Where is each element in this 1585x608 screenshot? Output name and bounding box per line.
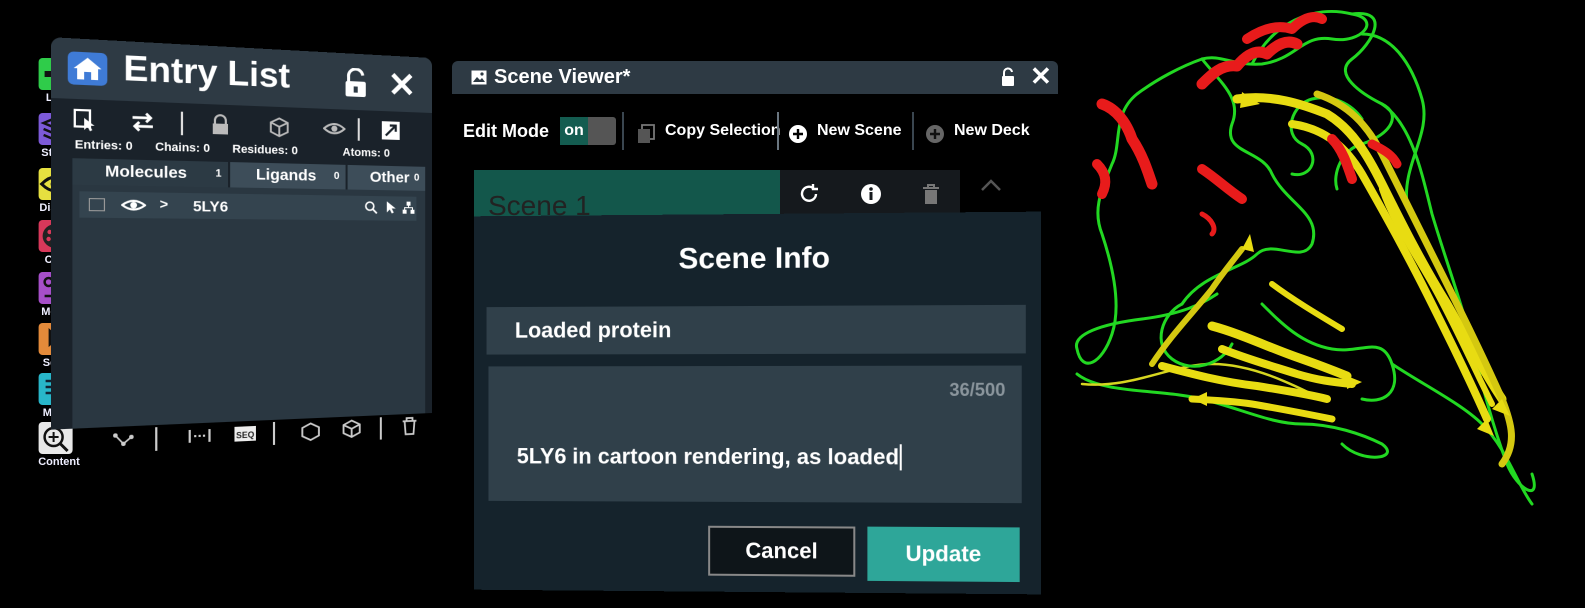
plus-circle-icon [925, 121, 945, 143]
copy-selection-label: Copy Selection [665, 122, 781, 139]
residues-count: Residues: 0 [232, 143, 298, 158]
toggle-on-label: on [560, 117, 588, 145]
tab-other-count: 0 [413, 172, 420, 184]
refresh-icon[interactable] [797, 182, 821, 206]
character-count: 36/500 [949, 379, 1006, 400]
scene-info-dialog: Scene Info Loaded protein 36/500 5LY6 in… [473, 211, 1042, 595]
expand-icon[interactable] [380, 119, 402, 142]
new-scene-button[interactable]: New Scene [788, 112, 908, 150]
lock-entry-icon[interactable] [208, 113, 232, 137]
alpha-helix [1092, 159, 1111, 199]
alpha-helix [1242, 12, 1327, 44]
export-icon[interactable] [298, 418, 323, 444]
package-icon[interactable] [339, 416, 363, 442]
info-icon[interactable] [859, 182, 883, 206]
tool-divider [379, 417, 382, 440]
tool-divider [155, 427, 158, 451]
tab-other-label: Other [369, 168, 410, 187]
update-button[interactable]: Update [867, 526, 1020, 583]
tab-molecules-label: Molecules [105, 162, 187, 183]
tab-other[interactable]: Other 0 [347, 164, 426, 191]
toolbar-divider [622, 112, 624, 150]
cancel-button[interactable]: Cancel [708, 525, 856, 577]
tool-divider [180, 111, 184, 136]
edit-mode-label: Edit Mode [463, 121, 549, 141]
scene-viewer-title: Scene Viewer* [494, 66, 631, 88]
unlock-icon[interactable] [343, 67, 369, 99]
scene-actions [780, 170, 960, 218]
entry-list-body: Entries: 0 Chains: 0 Residues: 0 Atoms: … [51, 97, 433, 430]
tab-ligands[interactable]: Ligands 0 [230, 162, 346, 190]
trash-icon[interactable] [919, 182, 943, 206]
new-deck-button[interactable]: New Deck [925, 112, 1050, 150]
new-deck-label: New Deck [954, 122, 1030, 139]
tab-molecules-count: 1 [215, 168, 222, 180]
scene-description-value: 5LY6 in cartoon rendering, as loaded [516, 443, 903, 471]
svg-text:SEQ: SEQ [236, 430, 255, 440]
beta-strand [1158, 362, 1331, 403]
close-icon[interactable]: ✕ [1030, 61, 1052, 92]
alpha-helix [1199, 211, 1217, 237]
row-checkbox[interactable] [88, 198, 106, 212]
plus-circle-icon [788, 121, 808, 143]
protein-cartoon-render[interactable] [1062, 4, 1572, 524]
beta-strand [1379, 186, 1495, 407]
scene-card[interactable]: Scene 1 [474, 170, 780, 221]
scene-name-value: Loaded protein [514, 317, 672, 343]
expand-arrow[interactable]: > [160, 196, 169, 212]
trash-icon[interactable] [398, 413, 422, 438]
entry-list-title: Entry List [123, 47, 291, 95]
scene-viewer-toolbar: Edit Mode on Copy Selection New Scene Ne… [452, 112, 1058, 152]
strand-arrowhead [1192, 392, 1207, 406]
chains-count: Chains: 0 [155, 140, 211, 156]
copy-selection-button[interactable]: Copy Selection [636, 112, 781, 150]
strand-arrowhead [1242, 234, 1254, 252]
new-scene-label: New Scene [817, 122, 902, 139]
entry-name: 5LY6 [193, 197, 229, 215]
tool-divider [357, 118, 360, 141]
entry-list-content: > 5LY6 [72, 184, 426, 429]
eye-icon[interactable] [121, 196, 146, 214]
dialog-title: Scene Info [678, 241, 830, 276]
beta-strand [1149, 246, 1245, 367]
atoms-count: Atoms: 0 [342, 146, 390, 160]
box-icon[interactable] [268, 115, 291, 139]
image-icon [471, 70, 487, 85]
eye-icon[interactable] [323, 117, 346, 140]
home-icon[interactable] [67, 51, 108, 87]
select-entry-icon[interactable] [72, 108, 98, 133]
toolbar-divider [912, 112, 914, 150]
tab-ligands-count: 0 [333, 170, 340, 183]
entries-count: Entries: 0 [74, 138, 133, 154]
chevron-up-icon[interactable] [980, 178, 1002, 192]
tab-ligands-label: Ligands [255, 165, 317, 185]
entry-tools-row [72, 105, 415, 144]
toolbar-divider [777, 112, 779, 150]
tab-molecules[interactable]: Molecules 1 [72, 158, 228, 188]
unlock-icon[interactable] [1000, 67, 1016, 87]
select-pointer-icon[interactable] [384, 200, 398, 214]
sequence-range-icon[interactable] [186, 423, 212, 450]
tool-divider [272, 421, 276, 445]
swap-icon[interactable] [130, 110, 155, 135]
edit-mode-toggle[interactable]: on [560, 117, 616, 145]
network-icon[interactable] [110, 426, 137, 453]
list-item[interactable]: > 5LY6 [79, 191, 417, 221]
hierarchy-icon[interactable] [402, 201, 416, 215]
scene-name-field[interactable]: Loaded protein [486, 304, 1026, 355]
copy-icon [636, 121, 656, 143]
entry-list-panel: Entry List ✕ Entries: 0 Chains: 0 Residu… [51, 37, 433, 474]
alpha-helix [1197, 164, 1247, 204]
close-icon[interactable]: ✕ [388, 65, 416, 107]
scene-description-field[interactable]: 36/500 5LY6 in cartoon rendering, as loa… [488, 365, 1022, 504]
zoom-icon[interactable] [364, 200, 378, 214]
scene-viewer-header: Scene Viewer* ✕ [452, 61, 1058, 94]
sequence-icon[interactable]: SEQ [232, 421, 258, 447]
